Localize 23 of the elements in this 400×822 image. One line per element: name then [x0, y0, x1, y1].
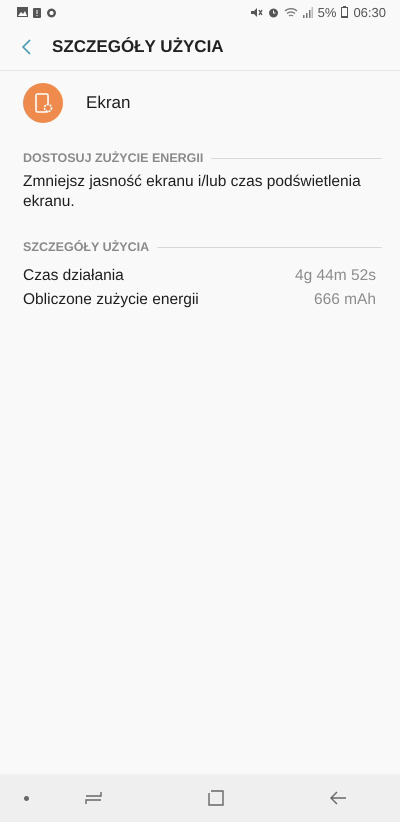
- detail-value: 666 mAh: [314, 291, 376, 309]
- battery-icon: [341, 6, 348, 18]
- back-icon: [22, 39, 31, 55]
- battery-percent: 5%: [318, 4, 336, 20]
- dot-icon: [24, 796, 29, 800]
- screen-settings-icon: [23, 83, 63, 123]
- detail-label: Czas działania: [23, 267, 124, 285]
- section-header: DOSTOSUJ ZUŻYCIE ENERGII: [23, 151, 204, 165]
- home-icon: [208, 790, 224, 806]
- wifi-icon: [284, 6, 298, 18]
- app-name: Ekran: [86, 93, 130, 113]
- mute-icon: [250, 6, 263, 18]
- section-header: SZCZEGÓŁY UŻYCIA: [23, 240, 150, 254]
- screen-title: SZCZEGÓŁY UŻYCIA: [52, 37, 224, 57]
- back-arrow-icon: [330, 791, 346, 805]
- detail-label: Obliczone zużycie energii: [23, 291, 199, 309]
- tip-text: Zmniejsz jasność ekranu i/lub czas podświetlenia ekranu.: [23, 172, 362, 212]
- recents-icon: [85, 791, 102, 805]
- signal-icon: [302, 6, 313, 18]
- battery-alert-icon: [33, 6, 41, 18]
- detail-value: 4g 44m 52s: [295, 267, 376, 285]
- clock: 06:30: [353, 4, 386, 20]
- image-icon: [17, 7, 28, 17]
